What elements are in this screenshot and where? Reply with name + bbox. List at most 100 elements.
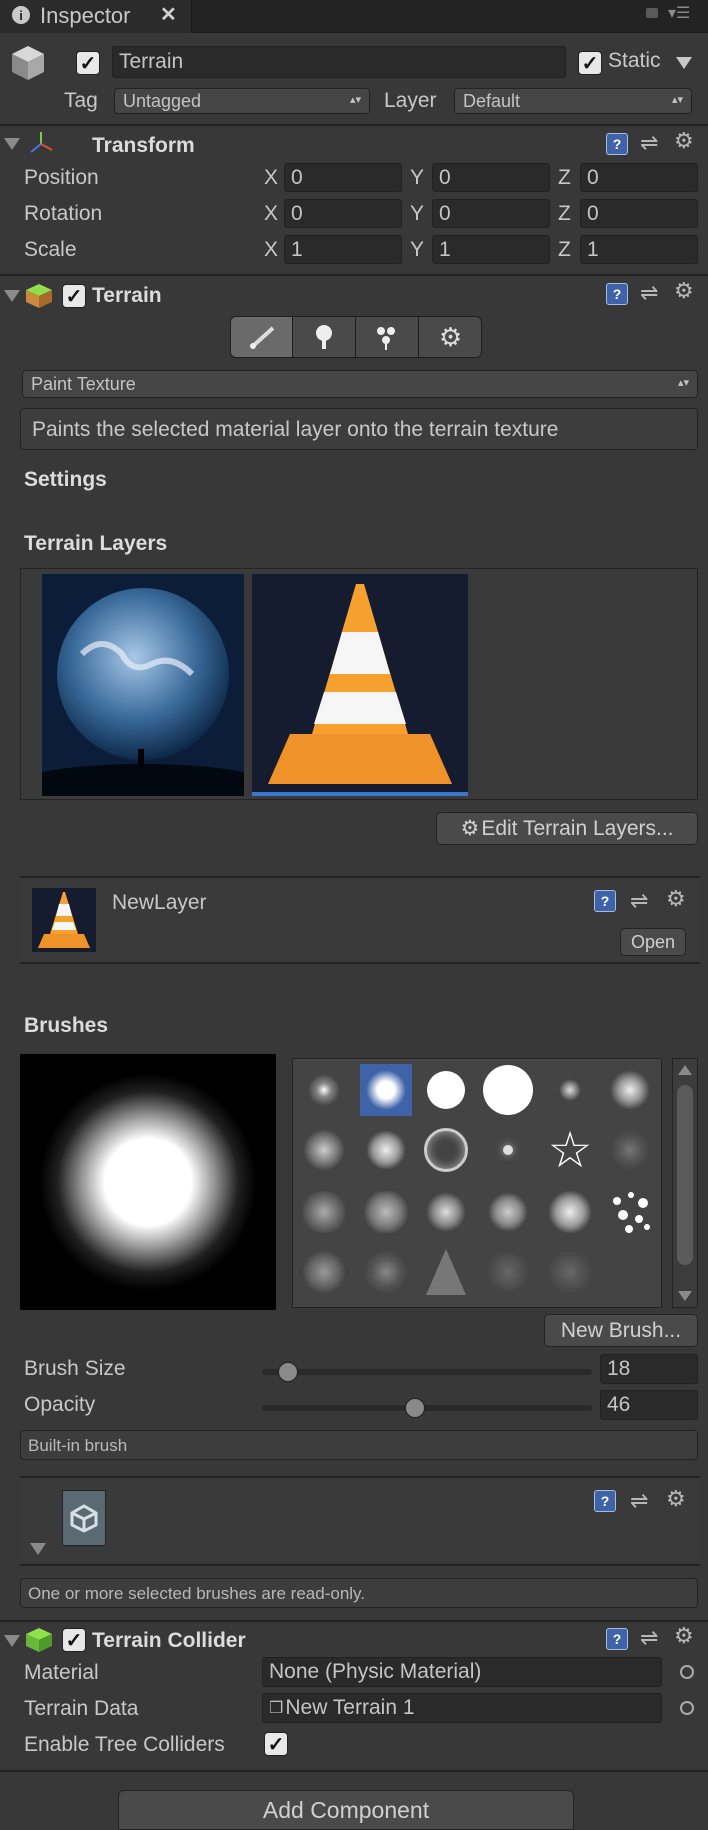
add-component-button[interactable]: Add Component [118, 1790, 574, 1830]
terrain-collider-title: Terrain Collider [92, 1629, 246, 1652]
paint-brush-tool[interactable] [231, 317, 293, 357]
object-name-input[interactable]: Terrain [112, 46, 566, 78]
terrain-settings-tool[interactable]: ⚙ [419, 317, 481, 357]
gear-icon[interactable]: ⚙ [674, 128, 694, 154]
gear-icon[interactable]: ⚙ [674, 278, 694, 304]
brush-noise-1[interactable] [298, 1124, 350, 1176]
brushes-label: Brushes [24, 1014, 109, 1037]
object-picker-icon[interactable] [680, 1701, 694, 1715]
open-button[interactable]: Open [620, 928, 686, 956]
layer-value: Default [463, 90, 521, 111]
scale-y-field[interactable]: 1 [432, 235, 550, 264]
brush-noise-3[interactable] [604, 1124, 656, 1176]
opacity-field[interactable]: 46 [600, 1390, 698, 1420]
brush-scatter-2[interactable] [360, 1246, 412, 1298]
brush-cloud-3[interactable] [544, 1186, 596, 1238]
brush-streaks[interactable] [544, 1246, 596, 1298]
brush-grid-scrollbar[interactable] [672, 1058, 698, 1308]
scroll-up-icon[interactable] [678, 1065, 692, 1075]
position-x-field[interactable]: 0 [284, 163, 402, 192]
gear-icon[interactable]: ⚙ [674, 1623, 694, 1649]
tool-description: Paints the selected material layer onto … [32, 418, 559, 441]
help-icon[interactable]: ? [594, 890, 616, 912]
static-label: Static [608, 49, 661, 72]
preset-icon[interactable]: ⇌ [630, 1488, 648, 1514]
gear-icon[interactable]: ⚙ [666, 1486, 686, 1512]
rotation-y-field[interactable]: 0 [432, 199, 550, 228]
tree-colliders-checkbox[interactable]: ✓ [264, 1732, 288, 1756]
scroll-down-icon[interactable] [678, 1291, 692, 1301]
rotation-z-field[interactable]: 0 [580, 199, 698, 228]
terrain-enabled-checkbox[interactable]: ✓ [62, 284, 86, 308]
brush-round-medium[interactable] [420, 1064, 472, 1116]
position-z-field[interactable]: 0 [580, 163, 698, 192]
brush-size-slider[interactable] [262, 1362, 592, 1382]
help-icon[interactable]: ? [606, 283, 628, 305]
brush-rock[interactable] [482, 1246, 534, 1298]
brush-splatter-small[interactable] [544, 1064, 596, 1116]
brush-dots[interactable] [604, 1186, 656, 1238]
lock-icon[interactable] [646, 8, 658, 18]
cone-layer-thumbnail[interactable] [252, 574, 468, 796]
brush-spark[interactable] [482, 1124, 534, 1176]
brush-size-slider-thumb[interactable] [278, 1362, 298, 1382]
scale-z-field[interactable]: 1 [580, 235, 698, 264]
foldout-arrow-icon[interactable] [4, 290, 20, 302]
help-icon[interactable]: ? [606, 133, 628, 155]
brush-cloud-1[interactable] [420, 1186, 472, 1238]
brush-soft-small[interactable] [298, 1064, 350, 1116]
brush-size-field[interactable]: 18 [600, 1354, 698, 1384]
brush-soft-selected[interactable] [360, 1064, 412, 1116]
rotation-x-field[interactable]: 0 [284, 199, 402, 228]
collider-enabled-checkbox[interactable]: ✓ [62, 1628, 86, 1652]
foldout-arrow-icon[interactable] [4, 138, 20, 150]
layer-dropdown[interactable]: Default ▴▾ [454, 88, 692, 114]
preset-icon[interactable]: ⇌ [630, 888, 648, 914]
updown-icon: ▴▾ [677, 377, 689, 389]
divider [0, 1770, 708, 1772]
paint-details-tool[interactable] [356, 317, 419, 357]
brush-swirl[interactable] [420, 1124, 472, 1176]
tool-dropdown[interactable]: Paint Texture ▴▾ [22, 370, 698, 398]
new-brush-button[interactable]: New Brush... [544, 1314, 698, 1347]
help-icon[interactable]: ? [594, 1490, 616, 1512]
brush-grunge-1[interactable] [298, 1186, 350, 1238]
preset-icon[interactable]: ⇌ [640, 280, 658, 306]
scale-x-field[interactable]: 1 [284, 235, 402, 264]
preset-icon[interactable]: ⇌ [640, 130, 658, 156]
paint-trees-tool[interactable] [293, 317, 356, 357]
gear-icon: ⚙ [460, 817, 480, 840]
tag-dropdown[interactable]: Untagged ▴▾ [114, 88, 370, 114]
terrain-data-field[interactable]: ❒ New Terrain 1 [262, 1693, 662, 1723]
gear-icon[interactable]: ⚙ [666, 886, 686, 912]
close-icon[interactable]: ✕ [160, 5, 177, 25]
brush-cone[interactable] [420, 1246, 472, 1298]
brush-cloud-2[interactable] [482, 1186, 534, 1238]
brush-noise-2[interactable] [360, 1124, 412, 1176]
opacity-slider[interactable] [262, 1398, 592, 1418]
earth-layer-thumbnail[interactable] [42, 574, 244, 796]
active-checkbox[interactable]: ✓ [76, 51, 100, 75]
material-field[interactable]: None (Physic Material) [262, 1657, 662, 1687]
brush-round-large[interactable] [482, 1064, 534, 1116]
axis-y-label: Y [410, 166, 425, 189]
new-brush-label: New Brush... [560, 1318, 682, 1342]
help-icon[interactable]: ? [606, 1628, 628, 1650]
edit-terrain-layers-button[interactable]: ⚙ Edit Terrain Layers... [436, 812, 698, 845]
static-dropdown-icon[interactable] [676, 57, 692, 69]
position-y-field[interactable]: 0 [432, 163, 550, 192]
tab-inspector[interactable]: i Inspector ✕ [0, 0, 192, 33]
scrollbar-thumb[interactable] [677, 1085, 693, 1265]
object-picker-icon[interactable] [680, 1665, 694, 1679]
tag-value: Untagged [123, 90, 202, 111]
foldout-arrow-icon[interactable] [30, 1543, 46, 1555]
static-checkbox[interactable]: ✓ [578, 51, 602, 75]
brush-grunge-2[interactable] [360, 1186, 412, 1238]
star-brush-icon[interactable]: ☆ [544, 1124, 596, 1176]
opacity-slider-thumb[interactable] [405, 1398, 425, 1418]
brush-splatter-medium[interactable] [604, 1064, 656, 1116]
foldout-arrow-icon[interactable] [4, 1635, 20, 1647]
tab-menu-icon[interactable]: ▾☰ [668, 6, 690, 22]
preset-icon[interactable]: ⇌ [640, 1625, 658, 1651]
brush-scatter-1[interactable] [298, 1246, 350, 1298]
